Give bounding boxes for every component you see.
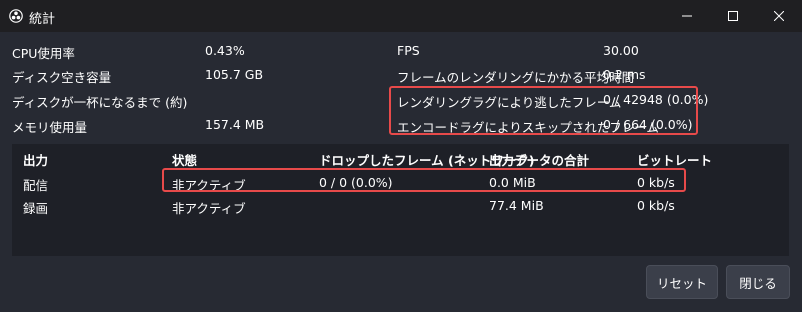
table-header-total-data: 出力データの合計: [489, 153, 590, 168]
stat-value-memory-usage: 157.4 MB: [205, 117, 265, 132]
table-row-record-total: 77.4 MiB: [489, 198, 544, 213]
stat-label-disk-full-eta: ディスクが一杯になるまで (約): [12, 95, 188, 110]
table-header-bitrate: ビットレート: [637, 153, 713, 168]
table-row-record-status: 非アクティブ: [172, 201, 246, 216]
reset-button[interactable]: リセット: [646, 265, 718, 299]
stat-value-avg-render-time: 0.2 ms: [603, 67, 646, 82]
title-bar: 統計: [0, 0, 802, 32]
table-row-stream-name: 配信: [23, 178, 49, 193]
output-stats-table: 出力 状態 ドロップしたフレーム (ネットワーク) 出力データの合計 ビットレー…: [12, 144, 789, 256]
table-header-output: 出力: [23, 153, 49, 168]
close-window-button[interactable]: [756, 0, 802, 32]
stat-label-fps: FPS: [397, 43, 420, 58]
table-row-record-name: 録画: [23, 201, 49, 216]
close-icon: [774, 11, 784, 21]
stat-value-fps: 30.00: [603, 43, 639, 58]
stat-label-disk-free: ディスク空き容量: [12, 70, 112, 85]
stream-row-highlight: [162, 168, 686, 192]
table-header-status: 状態: [172, 153, 198, 168]
stat-value-cpu-usage: 0.43%: [205, 43, 245, 58]
table-row-record-bitrate: 0 kb/s: [637, 198, 675, 213]
maximize-button[interactable]: [710, 0, 756, 32]
stat-value-disk-free: 105.7 GB: [205, 67, 264, 82]
minimize-button[interactable]: [664, 0, 710, 32]
close-button[interactable]: 閉じる: [726, 265, 790, 299]
stat-label-memory-usage: メモリ使用量: [12, 120, 88, 135]
stat-label-cpu-usage: CPU使用率: [12, 46, 75, 61]
stat-label-avg-render-time: フレームのレンダリングにかかる平均時間: [397, 70, 635, 85]
maximize-icon: [728, 11, 738, 21]
frame-stats-highlight: [389, 86, 698, 135]
window-title: 統計: [29, 12, 56, 27]
minimize-icon: [682, 15, 692, 17]
obs-app-icon: [9, 9, 23, 23]
